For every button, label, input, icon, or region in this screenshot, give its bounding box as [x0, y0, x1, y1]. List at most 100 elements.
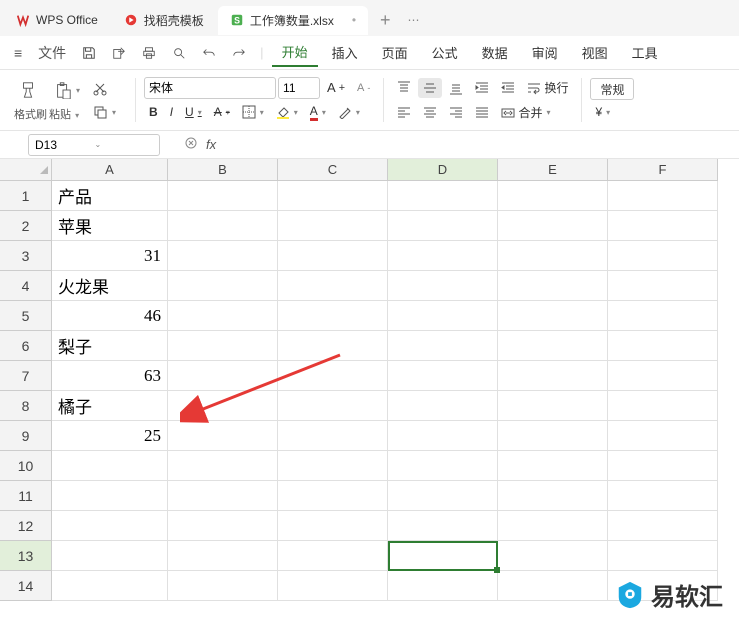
cell[interactable]	[608, 301, 718, 331]
menu-start[interactable]: 开始	[272, 38, 318, 67]
col-header-d[interactable]: D	[388, 159, 498, 181]
wrap-text-button[interactable]: 换行	[522, 76, 573, 99]
paste-button[interactable]: ▾	[49, 78, 85, 102]
cell[interactable]	[278, 541, 388, 571]
cell[interactable]	[278, 301, 388, 331]
cell[interactable]: 苹果	[52, 211, 168, 241]
row-header[interactable]: 12	[0, 511, 52, 541]
menu-data[interactable]: 数据	[472, 39, 518, 66]
clear-format-button[interactable]: ▾	[333, 102, 365, 122]
align-left-button[interactable]	[392, 103, 416, 123]
fill-handle[interactable]	[494, 567, 500, 573]
strikethrough-button[interactable]: A▾	[209, 102, 235, 122]
hamburger-icon[interactable]: ≡	[8, 41, 28, 65]
cell[interactable]	[278, 421, 388, 451]
tab-menu-button[interactable]: ⋯	[403, 10, 425, 30]
cell[interactable]	[388, 541, 498, 571]
cell[interactable]	[168, 541, 278, 571]
italic-button[interactable]: I	[165, 102, 178, 122]
cell[interactable]	[278, 571, 388, 601]
cell-grid[interactable]: 产品 苹果 31 火龙果 46 梨子 63 橘子 25	[52, 181, 739, 601]
merge-cells-button[interactable]: 合并▾	[496, 101, 555, 124]
cell[interactable]	[498, 481, 608, 511]
print-icon[interactable]	[136, 42, 162, 64]
align-center-button[interactable]	[418, 103, 442, 123]
cell[interactable]	[278, 331, 388, 361]
cell[interactable]	[608, 481, 718, 511]
cell[interactable]	[498, 451, 608, 481]
undo-icon[interactable]	[196, 42, 222, 64]
cell[interactable]	[388, 211, 498, 241]
cell[interactable]	[498, 571, 608, 601]
cell[interactable]	[278, 451, 388, 481]
font-size-select[interactable]	[278, 77, 320, 99]
cell[interactable]	[168, 181, 278, 211]
cell[interactable]	[168, 451, 278, 481]
cell[interactable]	[278, 361, 388, 391]
align-right-button[interactable]	[444, 103, 468, 123]
cell[interactable]: 63	[52, 361, 168, 391]
cell[interactable]	[388, 421, 498, 451]
cell[interactable]	[168, 481, 278, 511]
cell[interactable]	[278, 511, 388, 541]
cell[interactable]	[498, 391, 608, 421]
menu-view[interactable]: 视图	[572, 39, 618, 66]
cell[interactable]	[52, 481, 168, 511]
preview-icon[interactable]	[166, 42, 192, 64]
format-painter-button[interactable]	[14, 78, 47, 102]
bold-button[interactable]: B	[144, 102, 163, 122]
cell[interactable]	[168, 571, 278, 601]
cell[interactable]	[608, 541, 718, 571]
cell[interactable]	[278, 241, 388, 271]
cell[interactable]: 橘子	[52, 391, 168, 421]
cell[interactable]	[168, 271, 278, 301]
cell[interactable]	[388, 271, 498, 301]
cell[interactable]: 25	[52, 421, 168, 451]
cell[interactable]	[168, 211, 278, 241]
cell[interactable]	[52, 541, 168, 571]
cell[interactable]	[498, 271, 608, 301]
cell[interactable]	[278, 181, 388, 211]
row-header[interactable]: 4	[0, 271, 52, 301]
cell[interactable]	[388, 481, 498, 511]
col-header-c[interactable]: C	[278, 159, 388, 181]
tab-wps-office[interactable]: WPS Office	[4, 7, 110, 33]
align-middle-button[interactable]	[418, 78, 442, 98]
fill-color-button[interactable]: ▾	[271, 102, 303, 122]
cell[interactable]	[388, 571, 498, 601]
col-header-f[interactable]: F	[608, 159, 718, 181]
row-header[interactable]: 13	[0, 541, 52, 571]
col-header-e[interactable]: E	[498, 159, 608, 181]
cell[interactable]	[52, 571, 168, 601]
cell[interactable]	[388, 391, 498, 421]
currency-button[interactable]: ¥ ▾	[590, 102, 634, 122]
menu-formula[interactable]: 公式	[422, 39, 468, 66]
cell[interactable]: 31	[52, 241, 168, 271]
number-format-select[interactable]: 常规	[590, 78, 634, 100]
increase-indent-button[interactable]	[496, 78, 520, 98]
cell[interactable]	[388, 331, 498, 361]
cell[interactable]	[498, 301, 608, 331]
font-name-select[interactable]	[144, 77, 276, 99]
cell[interactable]	[278, 481, 388, 511]
cell[interactable]	[608, 511, 718, 541]
cell[interactable]	[608, 451, 718, 481]
cell[interactable]	[278, 391, 388, 421]
name-box[interactable]: D13 ⌄	[28, 134, 160, 156]
font-color-button[interactable]: A▾	[305, 101, 331, 124]
cell[interactable]	[278, 271, 388, 301]
export-icon[interactable]	[106, 42, 132, 64]
copy-button[interactable]: ▾	[87, 101, 121, 123]
row-header[interactable]: 2	[0, 211, 52, 241]
row-header[interactable]: 3	[0, 241, 52, 271]
menu-insert[interactable]: 插入	[322, 39, 368, 66]
cell[interactable]	[498, 211, 608, 241]
row-header[interactable]: 6	[0, 331, 52, 361]
file-menu[interactable]: 文件	[32, 39, 72, 67]
cell[interactable]	[388, 361, 498, 391]
cell[interactable]	[388, 451, 498, 481]
cell[interactable]: 火龙果	[52, 271, 168, 301]
tab-current-file[interactable]: S 工作簿数量.xlsx •	[218, 6, 368, 35]
cell[interactable]	[608, 241, 718, 271]
align-top-button[interactable]	[392, 78, 416, 98]
